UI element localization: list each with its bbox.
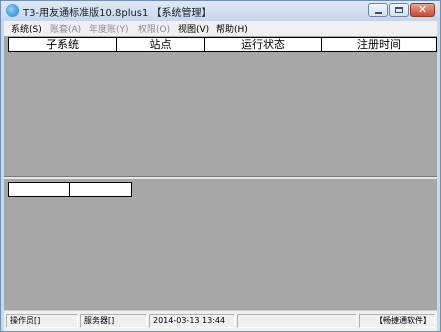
status-datetime: 2014-03-13 13:44 <box>149 314 235 328</box>
menu-view[interactable]: 视图(V) <box>178 22 209 35</box>
column-header-run-status[interactable]: 运行状态 <box>204 37 322 52</box>
status-server: 服务器[] <box>80 314 147 328</box>
column-header-site[interactable]: 站点 <box>116 37 205 52</box>
column-header-subsystem[interactable]: 子系统 <box>8 37 117 52</box>
maximize-button[interactable] <box>389 3 409 17</box>
menu-account-set[interactable]: 账套(A) <box>50 22 81 35</box>
menu-system[interactable]: 系统(S) <box>11 22 42 35</box>
close-button[interactable]: ✕ <box>410 3 435 17</box>
subsystem-grid-header: 子系统 站点 运行状态 注册时间 <box>4 37 437 52</box>
lower-grid-header-cell-2[interactable] <box>69 182 132 197</box>
app-window: T3-用友通标准版10.8plus1 【系统管理】 ✕ 系统(S) 账套(A) … <box>0 0 441 332</box>
menu-bar: 系统(S) 账套(A) 年度账(Y) 权限(O) 视图(V) 帮助(H) <box>4 21 437 36</box>
menu-permissions[interactable]: 权限(O) <box>138 22 170 35</box>
minimize-icon <box>375 12 382 14</box>
maximize-icon <box>395 7 403 13</box>
column-header-register-time[interactable]: 注册时间 <box>321 37 437 52</box>
status-bar: 操作员[] 服务器[] 2014-03-13 13:44 【畅捷通软件】 <box>4 310 437 331</box>
menu-fiscal-year[interactable]: 年度账(Y) <box>89 22 129 35</box>
window-title: T3-用友通标准版10.8plus1 【系统管理】 <box>23 8 212 19</box>
main-client-area: 子系统 站点 运行状态 注册时间 <box>4 36 437 310</box>
status-empty <box>237 314 357 328</box>
title-bar[interactable]: T3-用友通标准版10.8plus1 【系统管理】 ✕ <box>1 1 440 21</box>
lower-grid-header-cell-1[interactable] <box>8 182 70 197</box>
close-icon: ✕ <box>417 3 428 16</box>
panel-splitter[interactable] <box>4 176 437 179</box>
status-operator: 操作员[] <box>6 314 78 328</box>
minimize-button[interactable] <box>368 3 388 17</box>
menu-help[interactable]: 帮助(H) <box>216 22 248 35</box>
app-logo-icon <box>6 4 19 17</box>
status-brand: 【畅捷通软件】 <box>359 314 435 328</box>
